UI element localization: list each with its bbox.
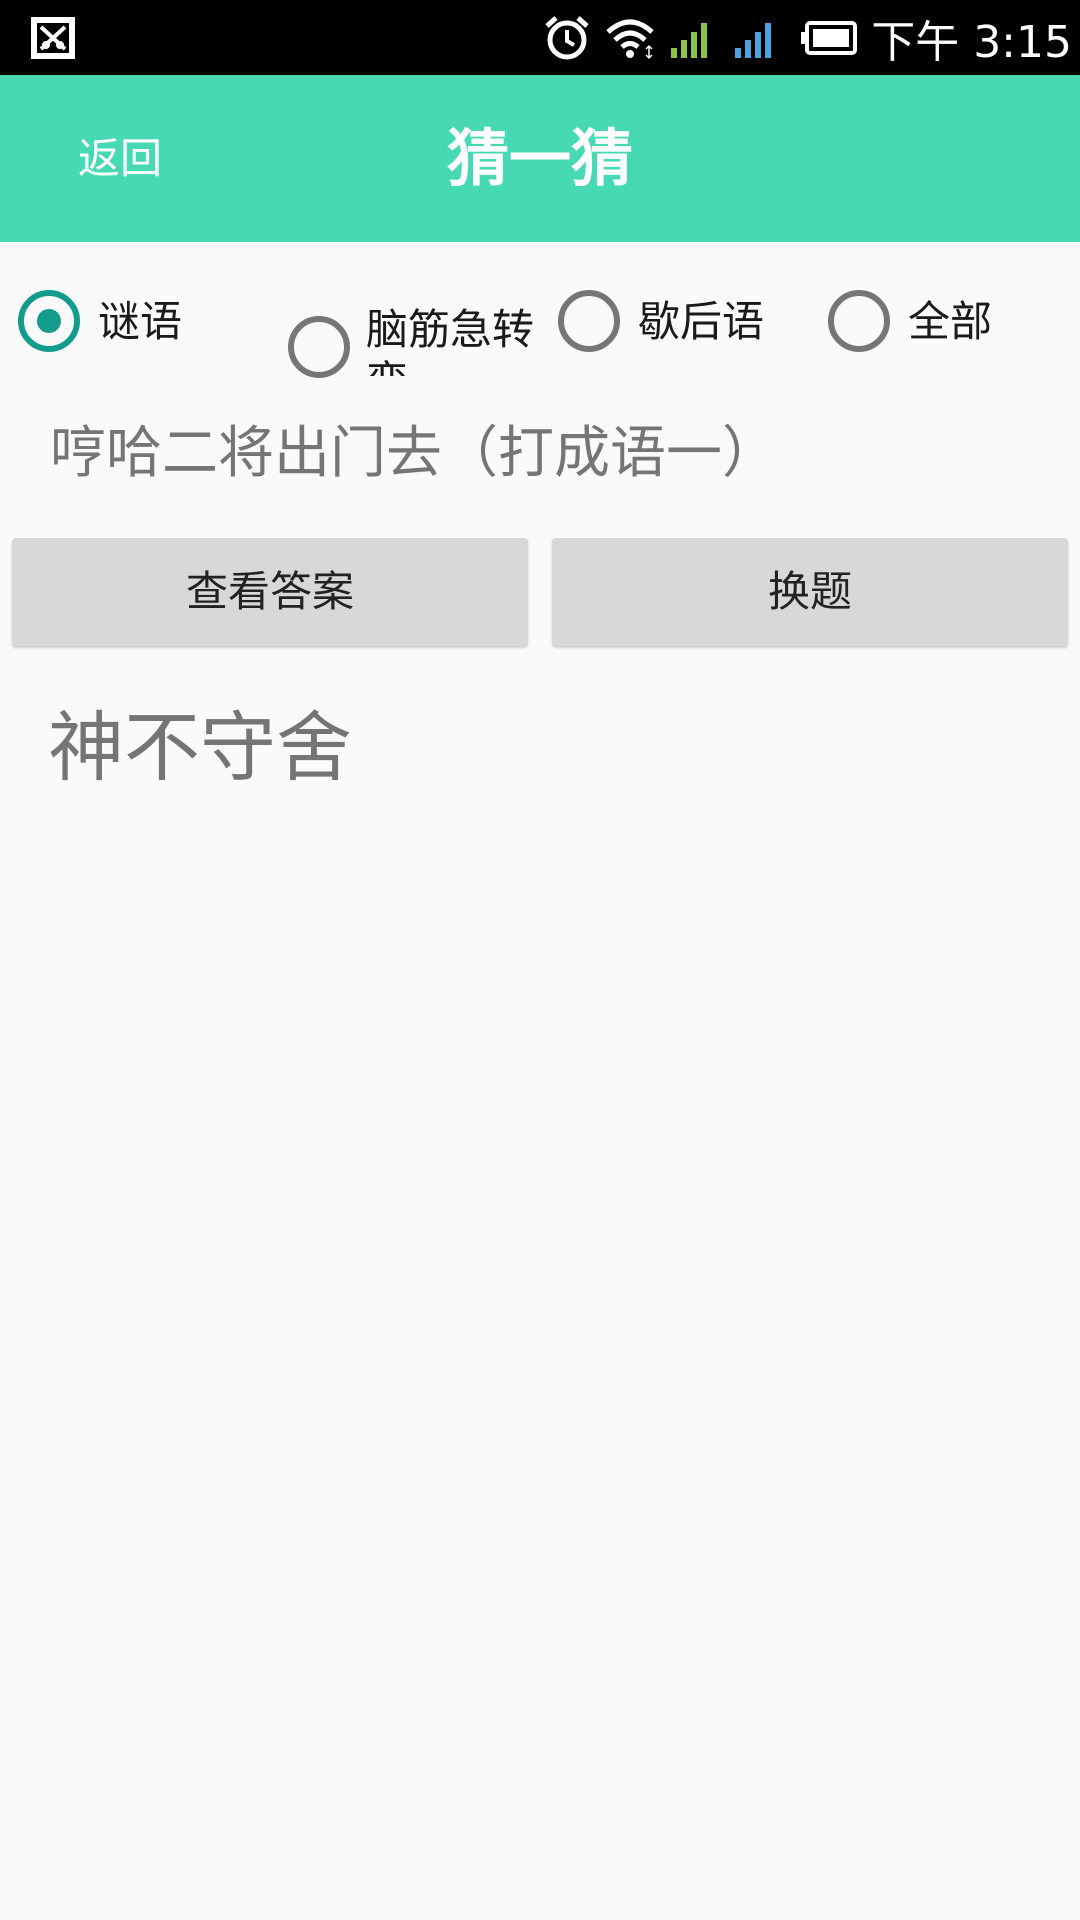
alarm-icon (545, 15, 589, 59)
answer-text: 神不守舍 (48, 703, 352, 792)
next-question-button[interactable]: 换题 (552, 538, 1068, 646)
radio-label: 全部 (908, 297, 993, 346)
radio-unchecked-icon (558, 290, 620, 352)
radio-label: 谜语 (98, 297, 183, 346)
app-notification-icon (31, 17, 75, 59)
radio-label: 脑筋急转弯 (366, 305, 535, 376)
radio-checked-icon (18, 290, 80, 352)
category-radio-group: 谜语 脑筋急转弯 歇后语 全部 (0, 242, 1080, 382)
back-button[interactable]: 返回 (58, 75, 182, 242)
status-bar: 下午 3:15 (0, 0, 1080, 75)
radio-unchecked-icon (288, 316, 350, 378)
radio-unchecked-icon (828, 290, 890, 352)
radio-label: 歇后语 (638, 297, 765, 346)
battery-icon (801, 20, 858, 55)
signal-icon (735, 22, 772, 58)
status-time: 下午 3:15 (871, 16, 1072, 68)
show-answer-button[interactable]: 查看答案 (12, 538, 528, 646)
app-bar: 返回 猜一猜 (0, 75, 1080, 242)
signal-icon (671, 22, 708, 58)
question-text: 哼哈二将出门去（打成语一） (50, 421, 778, 486)
wifi-icon (606, 19, 654, 59)
